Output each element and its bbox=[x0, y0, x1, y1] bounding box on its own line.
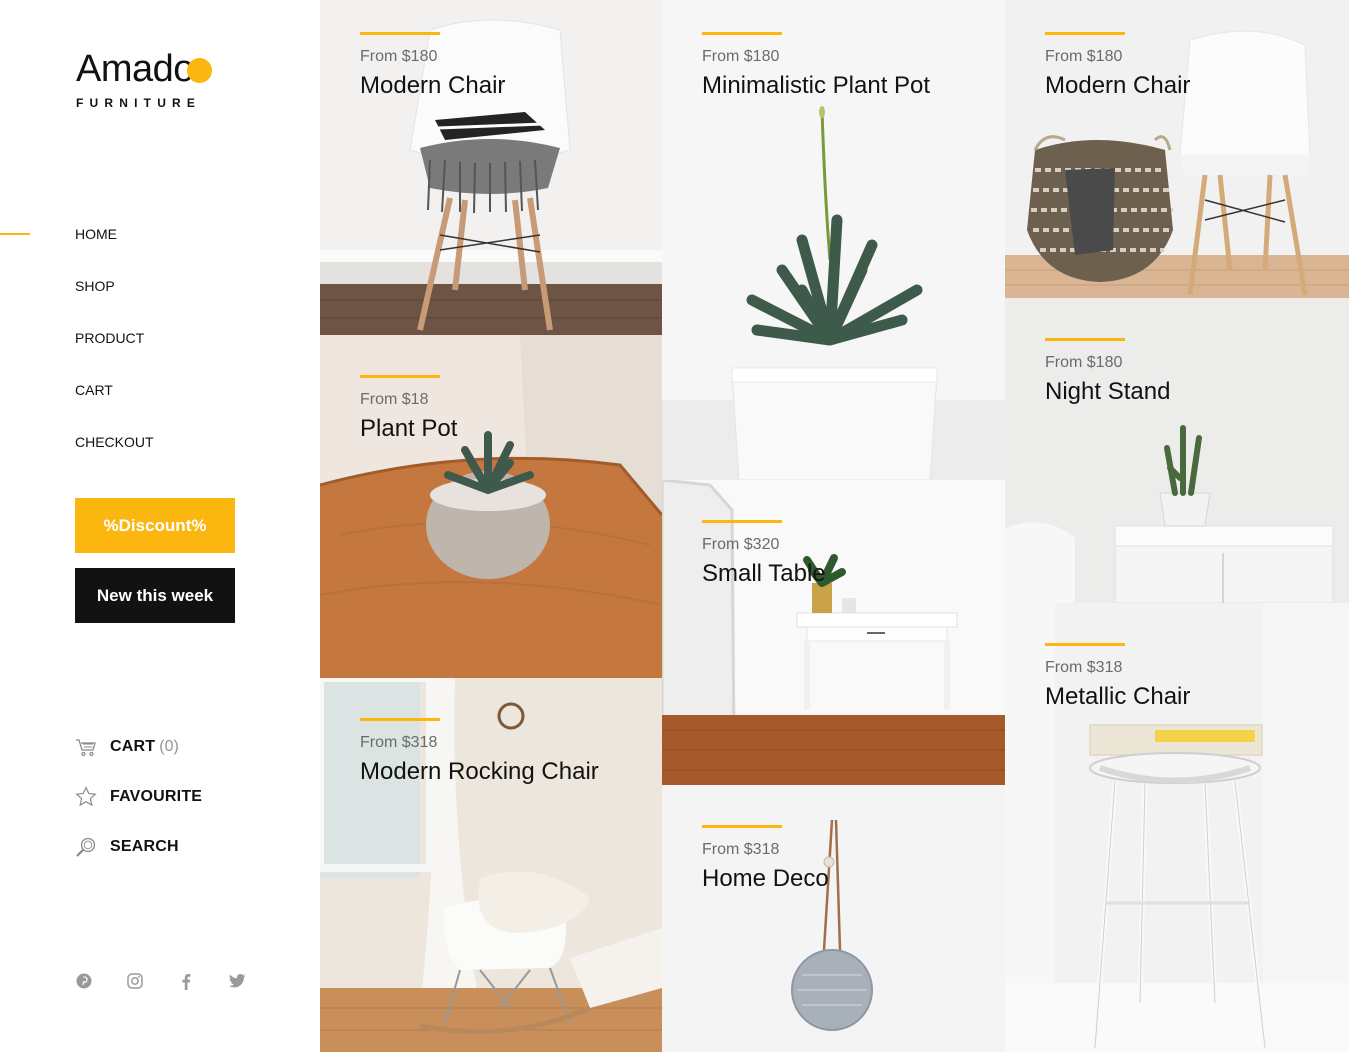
cart-label: CART bbox=[110, 738, 156, 755]
pinterest-icon[interactable] bbox=[75, 972, 93, 990]
tile-accent-bar bbox=[1045, 338, 1125, 341]
product-tile-metallic-chair[interactable]: From $318 Metallic Chair bbox=[1005, 603, 1349, 1052]
product-price: From $318 bbox=[702, 841, 780, 858]
product-tile-minimalistic-plant-pot[interactable]: From $180 Minimalistic Plant Pot bbox=[662, 0, 1005, 480]
product-name: Small Table bbox=[702, 560, 826, 587]
modern-chair-basket-image bbox=[1005, 0, 1349, 298]
brand-name: Amado bbox=[76, 48, 194, 90]
product-price: From $180 bbox=[360, 48, 438, 65]
tile-accent-bar bbox=[702, 825, 782, 828]
product-price: From $318 bbox=[360, 734, 438, 751]
new-this-week-button[interactable]: New this week bbox=[75, 568, 235, 623]
tile-accent-bar bbox=[1045, 32, 1125, 35]
nav-link-product[interactable]: PRODUCT bbox=[75, 330, 144, 346]
nav-link-cart[interactable]: CART bbox=[75, 382, 113, 398]
social-links bbox=[75, 972, 279, 990]
cart-icon bbox=[75, 736, 97, 758]
product-price: From $18 bbox=[360, 391, 429, 408]
brand-tagline: FURNITURE bbox=[76, 96, 202, 110]
sidebar: Amado FURNITURE HOME SHOP PRODUCT CART C… bbox=[0, 0, 320, 1052]
product-name: Modern Chair bbox=[360, 72, 506, 99]
cart-count: (0) bbox=[159, 738, 179, 755]
favourite-link[interactable]: FAVOURITE bbox=[75, 785, 275, 809]
product-tile-plant-pot[interactable]: From $18 Plant Pot bbox=[320, 335, 662, 678]
tile-accent-bar bbox=[1045, 643, 1125, 646]
product-tile-small-table[interactable]: From $320 Small Table bbox=[662, 480, 1005, 785]
star-icon bbox=[75, 786, 97, 808]
tile-accent-bar bbox=[360, 375, 440, 378]
product-tile-modern-chair-2[interactable]: From $180 Modern Chair bbox=[1005, 0, 1349, 298]
nav-item-cart: CART bbox=[0, 380, 320, 432]
nav-item-product: PRODUCT bbox=[0, 328, 320, 380]
discount-button[interactable]: %Discount% bbox=[75, 498, 235, 553]
nav-active-indicator bbox=[0, 233, 30, 235]
twitter-icon[interactable] bbox=[228, 972, 246, 990]
tile-accent-bar bbox=[702, 32, 782, 35]
tile-accent-bar bbox=[702, 520, 782, 523]
product-name: Modern Rocking Chair bbox=[360, 758, 599, 785]
logo-dot bbox=[187, 58, 212, 83]
nav-item-checkout: CHECKOUT bbox=[0, 432, 320, 484]
plant-pot-image bbox=[320, 335, 662, 678]
search-icon bbox=[75, 836, 97, 858]
product-price: From $320 bbox=[702, 536, 780, 553]
product-tile-modern-chair[interactable]: From $180 Modern Chair bbox=[320, 0, 662, 335]
product-name: Plant Pot bbox=[360, 415, 458, 442]
tile-accent-bar bbox=[360, 718, 440, 721]
nav-item-shop: SHOP bbox=[0, 276, 320, 328]
main-nav: HOME SHOP PRODUCT CART CHECKOUT bbox=[0, 224, 320, 484]
nav-link-checkout[interactable]: CHECKOUT bbox=[75, 434, 154, 450]
favourite-label: FAVOURITE bbox=[110, 788, 203, 805]
product-tile-home-deco[interactable]: From $318 Home Deco bbox=[662, 785, 1005, 1052]
product-price: From $180 bbox=[1045, 354, 1123, 371]
product-price: From $318 bbox=[1045, 659, 1123, 676]
nav-item-home: HOME bbox=[0, 224, 320, 276]
product-price: From $180 bbox=[702, 48, 780, 65]
tile-accent-bar bbox=[360, 32, 440, 35]
product-tile-night-stand[interactable]: From $180 Night Stand bbox=[1005, 298, 1349, 603]
nav-link-shop[interactable]: SHOP bbox=[75, 278, 115, 294]
product-price: From $180 bbox=[1045, 48, 1123, 65]
facebook-icon[interactable] bbox=[177, 972, 195, 990]
cart-link[interactable]: CART (0) bbox=[75, 735, 275, 759]
product-name: Metallic Chair bbox=[1045, 683, 1191, 710]
nav-link-home[interactable]: HOME bbox=[75, 226, 117, 242]
instagram-icon[interactable] bbox=[126, 972, 144, 990]
search-link[interactable]: SEARCH bbox=[75, 835, 275, 859]
product-name: Modern Chair bbox=[1045, 72, 1191, 99]
night-stand-image bbox=[1005, 298, 1349, 603]
product-name: Night Stand bbox=[1045, 378, 1171, 405]
small-table-image bbox=[662, 480, 1005, 785]
brand-logo[interactable]: Amado FURNITURE bbox=[76, 48, 212, 110]
search-label: SEARCH bbox=[110, 838, 179, 855]
product-tile-modern-rocking-chair[interactable]: From $318 Modern Rocking Chair bbox=[320, 678, 662, 1052]
product-name: Home Deco bbox=[702, 865, 829, 892]
product-name: Minimalistic Plant Pot bbox=[702, 72, 931, 99]
